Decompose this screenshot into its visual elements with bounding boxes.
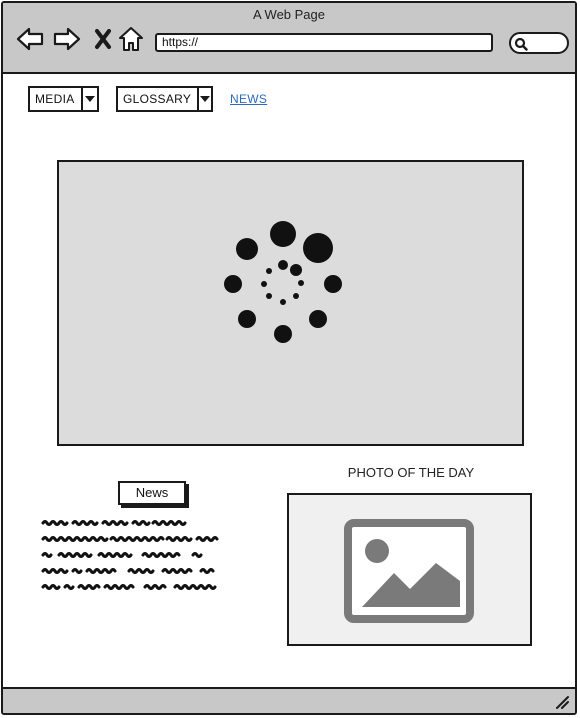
image-placeholder-icon bbox=[344, 519, 474, 623]
window-title: A Web Page bbox=[252, 7, 326, 22]
resize-grip-icon[interactable] bbox=[555, 695, 569, 709]
forward-arrow-icon[interactable] bbox=[53, 25, 81, 53]
media-dropdown[interactable]: MEDIA bbox=[28, 86, 99, 112]
media-player[interactable] bbox=[57, 160, 524, 446]
search-box[interactable] bbox=[509, 32, 569, 54]
status-bar bbox=[3, 687, 575, 713]
dropdown-arrow-icon bbox=[83, 96, 97, 102]
dropdown-arrow-icon bbox=[199, 96, 211, 102]
search-icon bbox=[514, 37, 528, 51]
placeholder-text-block bbox=[41, 520, 219, 590]
home-icon[interactable] bbox=[117, 25, 145, 53]
browser-toolbar: A Web Page https:// bbox=[3, 3, 575, 74]
news-link[interactable]: NEWS bbox=[230, 92, 267, 106]
glossary-dropdown-label: GLOSSARY bbox=[118, 88, 200, 110]
loading-spinner-icon bbox=[224, 221, 342, 343]
photo-of-the-day-title: PHOTO OF THE DAY bbox=[347, 465, 475, 480]
media-dropdown-label: MEDIA bbox=[30, 88, 83, 110]
news-button[interactable]: News bbox=[118, 481, 186, 505]
back-arrow-icon[interactable] bbox=[16, 25, 44, 53]
url-bar[interactable]: https:// bbox=[155, 33, 493, 52]
photo-of-the-day-image[interactable] bbox=[287, 493, 532, 646]
browser-window: A Web Page https:// MEDIA GLOSSARY NEWS bbox=[1, 1, 577, 715]
close-x-icon[interactable] bbox=[89, 25, 117, 53]
glossary-dropdown[interactable]: GLOSSARY bbox=[116, 86, 213, 112]
